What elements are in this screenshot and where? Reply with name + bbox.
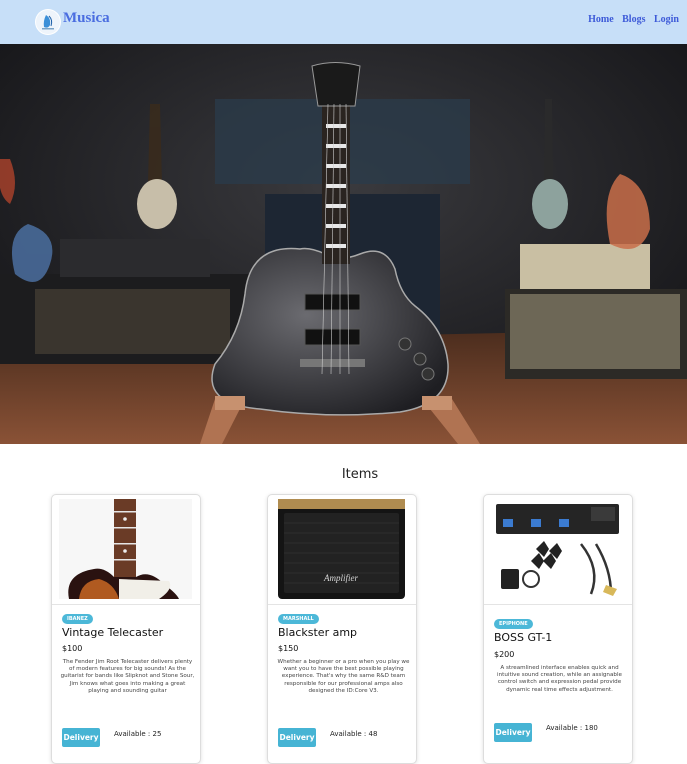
product-name: Blackster amp [278, 626, 358, 639]
delivery-button[interactable]: Delivery [62, 728, 100, 747]
product-card: Amplifier MARSHALL Blackster amp $150 Wh… [267, 494, 417, 764]
availability-text: Available : 180 [546, 724, 598, 732]
product-name: BOSS GT-1 [494, 631, 553, 644]
navbar: Musica Home Blogs Login [0, 0, 687, 44]
brand-logo[interactable] [35, 9, 61, 35]
svg-text:Amplifier: Amplifier [323, 573, 358, 583]
product-price: $200 [494, 650, 515, 659]
product-image [59, 499, 192, 599]
product-description: A streamlined interface enables quick an… [497, 665, 622, 693]
card-divider [484, 604, 632, 605]
delivery-button[interactable]: Delivery [494, 723, 532, 742]
product-price: $100 [62, 644, 83, 653]
availability-text: Available : 25 [114, 730, 162, 738]
brand-badge: EPIPHONE [494, 619, 533, 629]
card-divider [268, 604, 416, 605]
delivery-button[interactable]: Delivery [278, 728, 316, 747]
product-image [491, 499, 624, 599]
availability-text: Available : 48 [330, 730, 378, 738]
product-name: Vintage Telecaster [62, 626, 164, 639]
card-divider [52, 604, 200, 605]
brand-badge: IBANEZ [62, 614, 93, 624]
nav-home-link[interactable]: Home [588, 14, 614, 25]
hero-banner [0, 44, 687, 444]
nav-blogs-link[interactable]: Blogs [622, 14, 645, 25]
product-price: $150 [278, 644, 299, 653]
product-card: IBANEZ Vintage Telecaster $100 The Fende… [51, 494, 201, 764]
brand-badge: MARSHALL [278, 614, 319, 624]
product-card: EPIPHONE BOSS GT-1 $200 A streamlined in… [483, 494, 633, 764]
items-heading: Items [341, 467, 379, 482]
product-description: Whether a beginner or a pro when you pla… [277, 659, 410, 694]
product-description: The Fender Jim Root Telecaster delivers … [60, 659, 195, 694]
brand-name[interactable]: Musica [63, 10, 110, 27]
nav-login-link[interactable]: Login [654, 14, 679, 25]
nav-links: Home Blogs Login [582, 14, 679, 25]
product-image: Amplifier [275, 499, 408, 599]
